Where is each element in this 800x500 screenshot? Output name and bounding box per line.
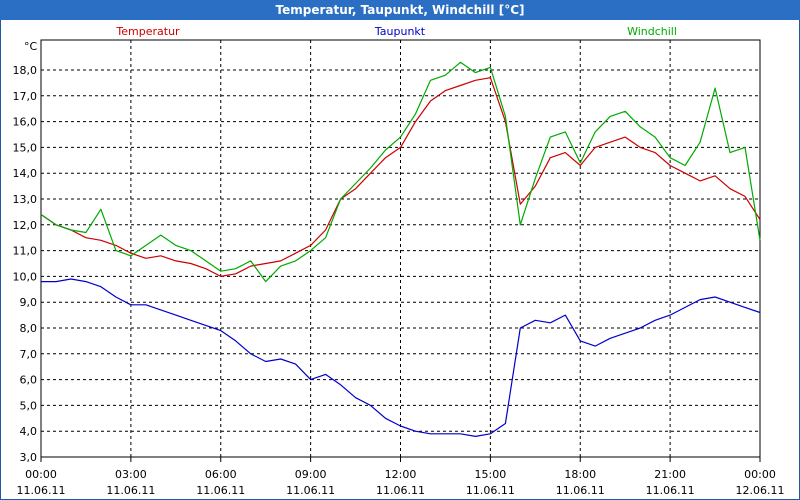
- x-tick-time: 18:00: [564, 468, 596, 481]
- x-tick-date: 11.06.11: [466, 484, 515, 497]
- y-tick-label: 5,0: [20, 399, 38, 412]
- x-tick-time: 12:00: [385, 468, 417, 481]
- y-tick-label: 10,0: [13, 270, 38, 283]
- x-tick-time: 15:00: [475, 468, 507, 481]
- x-tick-date: 11.06.11: [17, 484, 66, 497]
- y-tick-label: 17,0: [13, 90, 38, 103]
- y-tick-label: 15,0: [13, 141, 38, 154]
- chart-canvas: 3,0 4,0 5,0 6,0 7,0 8,0 9,0 10,0 11,0 12,0 13,0 14,…: [13, 25, 785, 497]
- y-tick-label: 16,0: [13, 116, 38, 129]
- y-tick-label: 9,0: [20, 296, 38, 309]
- legend-taupunkt: Taupunkt: [374, 25, 426, 38]
- x-tick-date: 11.06.11: [286, 484, 335, 497]
- x-tick-time: 06:00: [205, 468, 237, 481]
- x-tick-date: 12.06.11: [736, 484, 785, 497]
- legend-temperatur: Temperatur: [115, 25, 180, 38]
- x-tick-date: 11.06.11: [646, 484, 695, 497]
- y-tick-label: 4,0: [20, 425, 38, 438]
- y-tick-label: 8,0: [20, 322, 38, 335]
- legend-windchill: Windchill: [627, 25, 677, 38]
- y-tick-label: 12,0: [13, 219, 38, 232]
- y-tick-label: 18,0: [13, 64, 38, 77]
- x-tick-date: 11.06.11: [106, 484, 155, 497]
- y-tick-label: 11,0: [13, 245, 38, 258]
- y-axis-label: °C: [24, 40, 38, 53]
- x-tick-time: 03:00: [115, 468, 147, 481]
- x-tick-date: 11.06.11: [376, 484, 425, 497]
- x-tick-time: 09:00: [295, 468, 327, 481]
- y-tick-label: 6,0: [20, 374, 38, 387]
- y-tick-label: 3,0: [20, 451, 38, 464]
- x-tick-time: 00:00: [744, 468, 776, 481]
- y-tick-label: 14,0: [13, 167, 38, 180]
- x-tick-time: 00:00: [25, 468, 57, 481]
- y-tick-label: 13,0: [13, 193, 38, 206]
- x-tick-date: 11.06.11: [196, 484, 245, 497]
- x-tick-time: 21:00: [654, 468, 686, 481]
- y-tick-label: 7,0: [20, 348, 38, 361]
- x-tick-date: 11.06.11: [556, 484, 605, 497]
